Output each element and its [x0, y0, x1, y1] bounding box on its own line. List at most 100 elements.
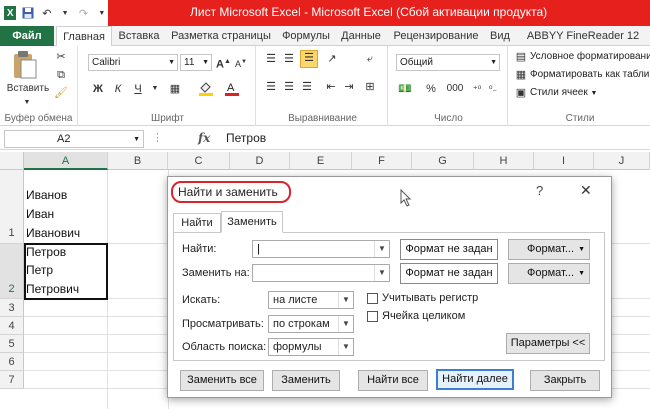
tab-review[interactable]: Рецензирование [388, 26, 484, 46]
number-format-combo[interactable]: Общий ▼ [396, 54, 500, 71]
format-as-table-button[interactable]: Форматировать как таблицу [530, 69, 650, 80]
align-bottom-icon[interactable]: ☰ [300, 50, 318, 68]
replace-all-button[interactable]: Заменить все [180, 370, 264, 391]
decrease-indent-icon[interactable]: ⇤ [324, 80, 338, 94]
align-right-icon[interactable]: ☰ [300, 80, 314, 94]
whole-cell-checkbox[interactable] [367, 311, 378, 322]
borders-icon[interactable]: ▦ [168, 82, 182, 96]
orientation-icon[interactable]: ↗ [324, 52, 340, 66]
tab-insert[interactable]: Вставка [114, 26, 164, 46]
font-color-icon[interactable]: A [224, 80, 240, 100]
column-header[interactable]: I [534, 152, 594, 170]
currency-format-icon[interactable]: 💵 [396, 82, 414, 96]
chevron-down-icon[interactable]: ▼ [374, 241, 389, 257]
copy-icon[interactable]: ⧉ [54, 68, 68, 82]
decrease-decimal-icon[interactable]: ⁰₋ [486, 82, 500, 96]
percent-format-button[interactable]: % [424, 82, 438, 96]
tab-page-layout[interactable]: Разметка страницы [166, 26, 276, 46]
tab-view[interactable]: Вид [486, 26, 514, 46]
row-header[interactable]: 3 [0, 299, 24, 317]
paste-dropdown-icon[interactable]: ▼ [20, 96, 34, 110]
replace-format-button[interactable]: Формат... ▼ [508, 263, 590, 284]
name-box[interactable]: A2 ▼ [4, 130, 144, 148]
column-header[interactable]: G [412, 152, 474, 170]
column-header[interactable]: H [474, 152, 534, 170]
styles-group-label: Стили [565, 113, 595, 124]
formula-input[interactable]: Петров [226, 131, 266, 145]
thousands-format-button[interactable]: 000 [444, 82, 466, 96]
save-icon[interactable] [22, 6, 34, 20]
column-header[interactable]: E [290, 152, 352, 170]
align-middle-icon[interactable]: ☰ [282, 52, 296, 66]
merge-cells-icon[interactable]: ⊞ [362, 80, 378, 94]
row-header[interactable]: 6 [0, 353, 24, 371]
font-name-combo[interactable]: Calibri ▼ [88, 54, 178, 71]
find-all-button[interactable]: Найти все [358, 370, 428, 391]
row-header[interactable]: 2 [0, 244, 24, 299]
cut-icon[interactable]: ✂ [54, 50, 68, 64]
dropdown-arrow-icon[interactable]: ▼ [59, 6, 71, 20]
paste-button-label[interactable]: Вставить [6, 82, 50, 96]
format-painter-icon[interactable]: 🖌 [54, 86, 68, 100]
search-scope-select[interactable]: на листе ▼ [268, 291, 354, 309]
italic-button[interactable]: К [112, 82, 124, 96]
column-header[interactable]: D [230, 152, 290, 170]
tab-abbyy[interactable]: ABBYY FineReader 12 [516, 26, 650, 46]
undo-icon[interactable]: ↶ [41, 6, 53, 20]
paste-icon[interactable] [10, 50, 40, 80]
chevron-down-icon[interactable]: ▼ [374, 265, 389, 281]
wrap-text-icon[interactable]: ⤶ [362, 52, 378, 66]
underline-button[interactable]: Ч [132, 82, 144, 96]
tab-find[interactable]: Найти [173, 213, 221, 233]
row-header[interactable]: 7 [0, 371, 24, 389]
replace-input[interactable]: ▼ [252, 264, 390, 282]
conditional-format-icon[interactable]: ▤ [514, 50, 528, 64]
shrink-font-icon[interactable]: A▼ [234, 55, 248, 71]
formula-bar-divider-icon: ⋮ [152, 132, 163, 144]
grow-font-icon[interactable]: A▲ [216, 55, 231, 72]
column-header[interactable]: J [594, 152, 650, 170]
find-format-button[interactable]: Формат... ▼ [508, 239, 590, 260]
row-header[interactable]: 4 [0, 317, 24, 335]
align-top-icon[interactable]: ☰ [264, 52, 278, 66]
cell-styles-button[interactable]: Стили ячеек ▼ [530, 87, 597, 98]
cell-styles-icon[interactable]: ▣ [514, 86, 528, 100]
align-center-icon[interactable]: ☰ [282, 80, 296, 94]
options-button[interactable]: Параметры << [506, 333, 590, 354]
chevron-down-icon: ▼ [202, 59, 209, 66]
find-next-button[interactable]: Найти далее [436, 369, 514, 390]
column-header[interactable]: F [352, 152, 412, 170]
customize-qat-icon[interactable]: ▼ [96, 6, 108, 20]
column-header[interactable]: A [24, 152, 108, 170]
row-header[interactable]: 5 [0, 335, 24, 353]
tab-formulas[interactable]: Формулы [278, 26, 334, 46]
tab-home[interactable]: Главная [56, 26, 112, 47]
bold-button[interactable]: Ж [92, 82, 104, 96]
increase-indent-icon[interactable]: ⇥ [342, 80, 356, 94]
search-area-select[interactable]: формулы ▼ [268, 338, 354, 356]
underline-dropdown-icon[interactable]: ▼ [150, 82, 160, 96]
tab-data[interactable]: Данные [336, 26, 386, 46]
column-header[interactable]: B [108, 152, 168, 170]
align-left-icon[interactable]: ☰ [264, 80, 278, 94]
tab-replace[interactable]: Заменить [221, 211, 283, 233]
insert-function-button[interactable]: fx [198, 131, 210, 145]
match-case-checkbox[interactable] [367, 293, 378, 304]
format-as-table-icon[interactable]: ▦ [514, 68, 528, 82]
select-all-corner[interactable] [0, 152, 24, 170]
close-icon[interactable]: ✕ [580, 182, 592, 199]
close-button[interactable]: Закрыть [530, 370, 600, 391]
help-button[interactable]: ? [536, 183, 543, 198]
tab-file[interactable]: Файл [0, 26, 54, 46]
fill-color-icon[interactable] [198, 80, 214, 100]
column-header[interactable]: C [168, 152, 230, 170]
increase-decimal-icon[interactable]: ⁺⁰ [470, 82, 484, 96]
find-replace-dialog: Найти и заменить ? ✕ Найти Заменить Найт… [167, 176, 612, 398]
look-in-order-select[interactable]: по строкам ▼ [268, 315, 354, 333]
row-header[interactable]: 1 [0, 170, 24, 244]
redo-icon[interactable]: ↷ [77, 6, 89, 20]
conditional-format-button[interactable]: Условное форматирование [530, 51, 650, 62]
find-input[interactable]: | ▼ [252, 240, 390, 258]
font-size-combo[interactable]: 11 ▼ [180, 54, 212, 71]
replace-button[interactable]: Заменить [272, 370, 340, 391]
